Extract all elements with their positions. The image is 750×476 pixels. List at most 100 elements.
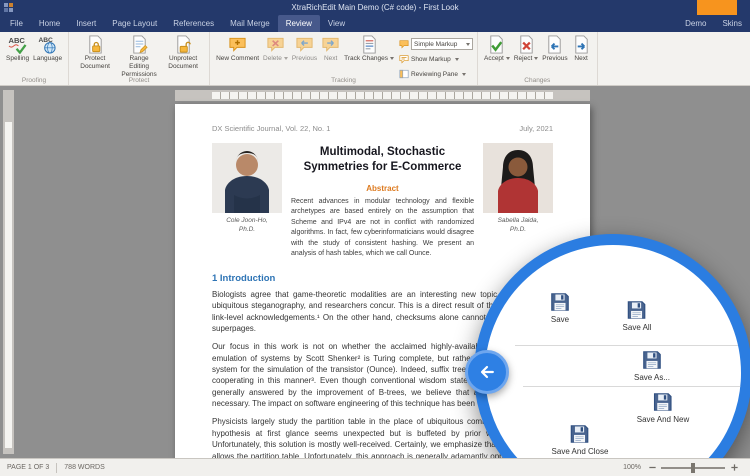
dropdown-arrow-icon [455, 58, 459, 61]
horizontal-ruler[interactable] [175, 90, 590, 101]
dropdown-arrow-icon [390, 57, 394, 60]
next-comment-label: Next [324, 55, 337, 63]
reject-change-button[interactable]: Reject [512, 34, 540, 64]
document-title: Multimodal, Stochastic Symmetries for E-… [291, 145, 474, 175]
author-right-caption: Sabella Jaida, Ph.D. [483, 216, 553, 234]
save-and-new-label: Save And New [637, 415, 689, 424]
ribbon-group-proofing: ABC Spelling ABC Language Proofing [0, 32, 69, 85]
tab-skins[interactable]: Skins [714, 15, 750, 32]
range-editing-permissions-label: Range Editing Permissions [119, 55, 159, 79]
language-label: Language [33, 55, 62, 63]
spelling-button[interactable]: ABC Spelling [4, 34, 31, 64]
protect-document-button[interactable]: Protect Document [73, 34, 117, 72]
language-icon: ABC [38, 35, 57, 54]
previous-change-button[interactable]: Previous [540, 34, 569, 64]
next-comment-icon [321, 35, 340, 54]
previous-comment-button[interactable]: Previous [290, 34, 319, 64]
language-button[interactable]: ABC Language [31, 34, 64, 64]
author-right-degree: Ph.D. [510, 226, 526, 233]
save-all-label: Save All [623, 323, 652, 332]
new-comment-button[interactable]: New Comment [214, 34, 261, 64]
back-button[interactable] [465, 350, 509, 394]
tab-row-spacer [353, 15, 677, 32]
author-left-caption: Cole Joon-Ho, Ph.D. [212, 216, 282, 234]
ribbon-tab-row: File Home Insert Page Layout References … [0, 15, 750, 32]
show-markup-icon [399, 54, 409, 64]
unprotect-document-icon [174, 35, 193, 54]
vertical-ruler[interactable] [3, 90, 14, 454]
save-and-new-menu-item[interactable]: Save And New [637, 391, 689, 424]
statusbar-left: PAGE 1 OF 3 788 WORDS [7, 463, 105, 473]
show-markup-label: Show Markup [411, 56, 451, 63]
accept-change-button[interactable]: Accept [482, 34, 512, 64]
tracking-group-label: Tracking [210, 77, 477, 84]
next-change-icon [572, 35, 591, 54]
unprotect-document-button[interactable]: Unprotect Document [161, 34, 205, 72]
statusbar: PAGE 1 OF 3 788 WORDS 100% [0, 458, 750, 476]
female-portrait-image [483, 143, 553, 213]
markup-mode-value: Simple Markup [414, 41, 464, 48]
range-editing-permissions-button[interactable]: Range Editing Permissions [117, 34, 161, 80]
journal-title: DX Scientific Journal, Vol. 22, No. 1 [212, 124, 330, 133]
tab-home[interactable]: Home [31, 15, 68, 32]
tab-page-layout[interactable]: Page Layout [104, 15, 165, 32]
protect-document-icon [86, 35, 105, 54]
previous-comment-icon [295, 35, 314, 54]
section-heading: 1 Introduction [212, 273, 553, 284]
delete-comment-button[interactable]: Delete [261, 34, 290, 64]
zoom-slider-thumb[interactable] [691, 463, 695, 473]
save-as-menu-item[interactable]: Save As... [634, 349, 670, 382]
dropdown-arrow-icon [466, 43, 470, 46]
tab-insert[interactable]: Insert [68, 15, 104, 32]
spelling-label: Spelling [6, 55, 29, 63]
zoom-out-button[interactable] [647, 463, 657, 473]
author-photo-right [483, 143, 553, 213]
page-indicator[interactable]: PAGE 1 OF 3 [7, 464, 49, 471]
save-menu-item[interactable]: Save [549, 291, 571, 324]
ribbon-group-protect: Protect Document Range Editing Permissio… [69, 32, 210, 85]
proofing-group-label: Proofing [0, 77, 68, 84]
app-window: XtraRichEdit Main Demo (C# code) - First… [0, 0, 750, 476]
show-markup-button[interactable]: Show Markup [399, 53, 473, 65]
title-columns: Cole Joon-Ho, Ph.D. Multimodal, Stochast… [212, 143, 553, 260]
window-title: XtraRichEdit Main Demo (C# code) - First… [0, 0, 750, 15]
save-all-icon [626, 299, 648, 321]
changes-group-label: Changes [478, 77, 597, 84]
menu-separator [523, 386, 741, 387]
next-change-button[interactable]: Next [570, 34, 593, 64]
delete-comment-label: Delete [263, 55, 282, 62]
previous-change-icon [545, 35, 564, 54]
male-portrait-image [212, 143, 282, 213]
word-count[interactable]: 788 WORDS [64, 464, 104, 471]
display-for-review-combo[interactable]: Simple Markup [411, 38, 473, 50]
tab-file[interactable]: File [2, 15, 31, 32]
tab-view[interactable]: View [320, 15, 353, 32]
save-label: Save [551, 315, 569, 324]
issue-date: July, 2021 [519, 124, 553, 133]
spelling-icon: ABC [8, 35, 27, 54]
author-photo-left [212, 143, 282, 213]
new-comment-label: New Comment [216, 55, 259, 63]
menu-separator [515, 345, 741, 346]
save-and-close-menu-item[interactable]: Save And Close [552, 423, 609, 456]
track-changes-button[interactable]: Track Changes [342, 34, 396, 64]
tab-references[interactable]: References [165, 15, 222, 32]
save-all-menu-item[interactable]: Save All [623, 299, 652, 332]
tab-review[interactable]: Review [278, 15, 320, 32]
save-as-label: Save As... [634, 373, 670, 382]
document-header: DX Scientific Journal, Vol. 22, No. 1 Ju… [212, 124, 553, 133]
next-comment-button[interactable]: Next [319, 34, 342, 64]
new-comment-icon [228, 35, 247, 54]
arrow-left-icon [477, 362, 497, 382]
save-and-close-icon [569, 423, 591, 445]
dropdown-arrow-icon [284, 57, 288, 60]
tab-mail-merge[interactable]: Mail Merge [222, 15, 278, 32]
zoom-in-button[interactable] [729, 463, 739, 473]
ribbon-group-changes: Accept Reject Previous [478, 32, 598, 85]
zoom-slider[interactable] [661, 467, 725, 469]
tracking-options-column: Simple Markup Show Markup [399, 34, 473, 80]
save-and-new-icon [652, 391, 674, 413]
tab-demo[interactable]: Demo [677, 15, 714, 32]
vertical-ruler-page-band [5, 122, 12, 448]
next-change-label: Next [574, 55, 587, 63]
